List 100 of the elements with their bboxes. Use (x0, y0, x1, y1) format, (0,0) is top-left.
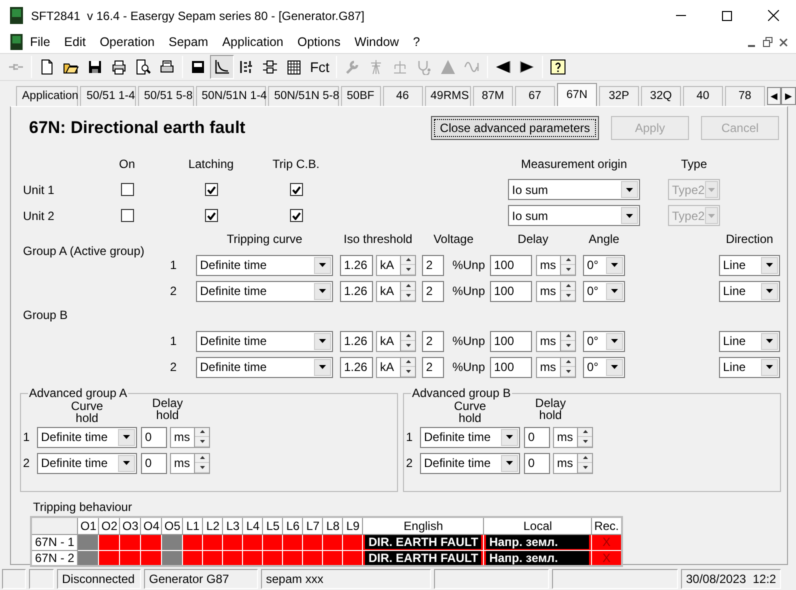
origin-dropdown[interactable]: Io sum (508, 179, 640, 200)
menu-item[interactable]: Operation (92, 35, 162, 49)
curve-dropdown[interactable]: Definite time (37, 426, 137, 448)
curve-dropdown[interactable]: Definite time (196, 254, 333, 276)
tab[interactable]: 50/51 5-8 (138, 86, 194, 106)
down-arrow-icon[interactable] (200, 466, 204, 469)
logic-icon[interactable] (262, 59, 278, 75)
tab[interactable]: 49RMS (424, 86, 471, 106)
down-arrow-icon[interactable] (582, 440, 588, 443)
output-cell[interactable] (140, 550, 162, 566)
right-arrow-icon[interactable] (519, 59, 536, 75)
spin-button[interactable] (560, 280, 576, 302)
down-arrow-icon[interactable] (566, 268, 570, 271)
left-arrow-icon[interactable] (495, 59, 512, 75)
checkbox[interactable] (204, 209, 218, 222)
curve-dropdown[interactable]: Definite time (196, 330, 333, 352)
down-arrow-icon[interactable] (406, 268, 410, 271)
delay-field[interactable]: 0 (524, 426, 550, 448)
checkbox[interactable] (120, 183, 134, 196)
tab[interactable]: 50BF (340, 86, 381, 106)
printer-setup-icon[interactable] (159, 59, 175, 75)
threshold-field[interactable]: 1.26 (340, 254, 373, 276)
direction-dropdown[interactable]: Line (719, 356, 780, 378)
menu-item[interactable]: Window (347, 35, 406, 49)
checkbox[interactable] (204, 183, 218, 196)
checkbox[interactable] (290, 209, 302, 222)
delay-field[interactable]: 100 (490, 254, 532, 276)
up-arrow-icon[interactable] (406, 284, 410, 288)
close-icon[interactable] (779, 38, 788, 46)
help-icon[interactable] (550, 59, 566, 75)
up-arrow-icon[interactable] (582, 430, 588, 434)
function-button[interactable]: Fct (306, 55, 334, 79)
tab[interactable]: 67 (514, 86, 555, 106)
voltage-field[interactable]: 2 (422, 356, 444, 378)
print-preview-icon[interactable] (135, 59, 151, 75)
tab[interactable]: Application (16, 86, 78, 106)
spin-button[interactable] (560, 356, 576, 378)
angle-dropdown[interactable]: 0° (583, 280, 625, 302)
menu-item[interactable]: Options (290, 35, 348, 49)
up-arrow-icon[interactable] (200, 456, 204, 460)
spin-button[interactable] (577, 452, 593, 474)
threshold-field[interactable]: 1.26 (340, 330, 373, 352)
curve-dropdown[interactable]: Definite time (37, 452, 137, 474)
up-arrow-icon[interactable] (566, 284, 570, 288)
new-file-icon[interactable] (39, 59, 55, 75)
delay-field[interactable]: 100 (490, 330, 532, 352)
up-arrow-icon[interactable] (200, 430, 204, 434)
menu-item[interactable]: Application (215, 35, 290, 49)
direction-dropdown[interactable]: Line (719, 330, 780, 352)
menu-item[interactable]: ? (406, 35, 427, 49)
down-arrow-icon[interactable] (566, 344, 570, 347)
calendar-icon[interactable] (286, 59, 302, 75)
printer-icon[interactable] (111, 59, 127, 75)
down-arrow-icon[interactable] (200, 440, 204, 443)
up-arrow-icon[interactable] (566, 334, 570, 338)
down-arrow-icon[interactable] (406, 344, 410, 347)
spin-button[interactable] (400, 356, 416, 378)
tab[interactable]: 78 (724, 86, 765, 106)
checkbox[interactable] (290, 183, 302, 196)
curve-dropdown[interactable]: Definite time (420, 452, 520, 474)
output-cell[interactable] (98, 550, 120, 566)
tab[interactable]: 32P (598, 86, 639, 106)
action-button[interactable]: Close advanced parameters (430, 116, 599, 140)
up-arrow-icon[interactable] (406, 360, 410, 364)
delay-field[interactable]: 0 (141, 426, 167, 448)
voltage-field[interactable]: 2 (422, 280, 444, 302)
threshold-field[interactable]: 1.26 (340, 280, 373, 302)
delay-field[interactable]: 100 (490, 356, 532, 378)
up-arrow-icon[interactable] (582, 456, 588, 460)
tab[interactable]: 40 (682, 86, 723, 106)
restore-icon[interactable] (763, 37, 773, 47)
menu-item[interactable]: File (23, 35, 58, 49)
direction-dropdown[interactable]: Line (719, 254, 780, 276)
up-arrow-icon[interactable] (406, 258, 410, 262)
tab[interactable]: 46 (382, 86, 423, 106)
voltage-field[interactable]: 2 (422, 254, 444, 276)
tab[interactable]: 50N/51N 1-4 (196, 86, 266, 106)
scroll-button[interactable]: ▶ (781, 87, 796, 105)
spin-button[interactable] (400, 330, 416, 352)
tab[interactable]: 50N/51N 5-8 (268, 86, 339, 106)
angle-dropdown[interactable]: 0° (583, 330, 625, 352)
up-arrow-icon[interactable] (406, 334, 410, 338)
voltage-field[interactable]: 2 (422, 330, 444, 352)
curve-dropdown[interactable]: Definite time (420, 426, 520, 448)
down-arrow-icon[interactable] (566, 370, 570, 373)
angle-dropdown[interactable]: 0° (583, 254, 625, 276)
curve-dropdown[interactable]: Definite time (196, 356, 333, 378)
spin-button[interactable] (400, 254, 416, 276)
menu-item[interactable]: Sepam (162, 35, 216, 49)
angle-dropdown[interactable]: 0° (583, 356, 625, 378)
down-arrow-icon[interactable] (406, 370, 410, 373)
spin-button[interactable] (560, 254, 576, 276)
down-arrow-icon[interactable] (582, 466, 588, 469)
tab[interactable]: 50/51 1-4 (80, 86, 136, 106)
spin-button[interactable] (560, 330, 576, 352)
direction-dropdown[interactable]: Line (719, 280, 780, 302)
curve-chart-icon[interactable] (214, 59, 230, 75)
spin-button[interactable] (577, 426, 593, 448)
output-cell[interactable] (120, 550, 141, 566)
tab[interactable]: 67N (556, 83, 597, 106)
